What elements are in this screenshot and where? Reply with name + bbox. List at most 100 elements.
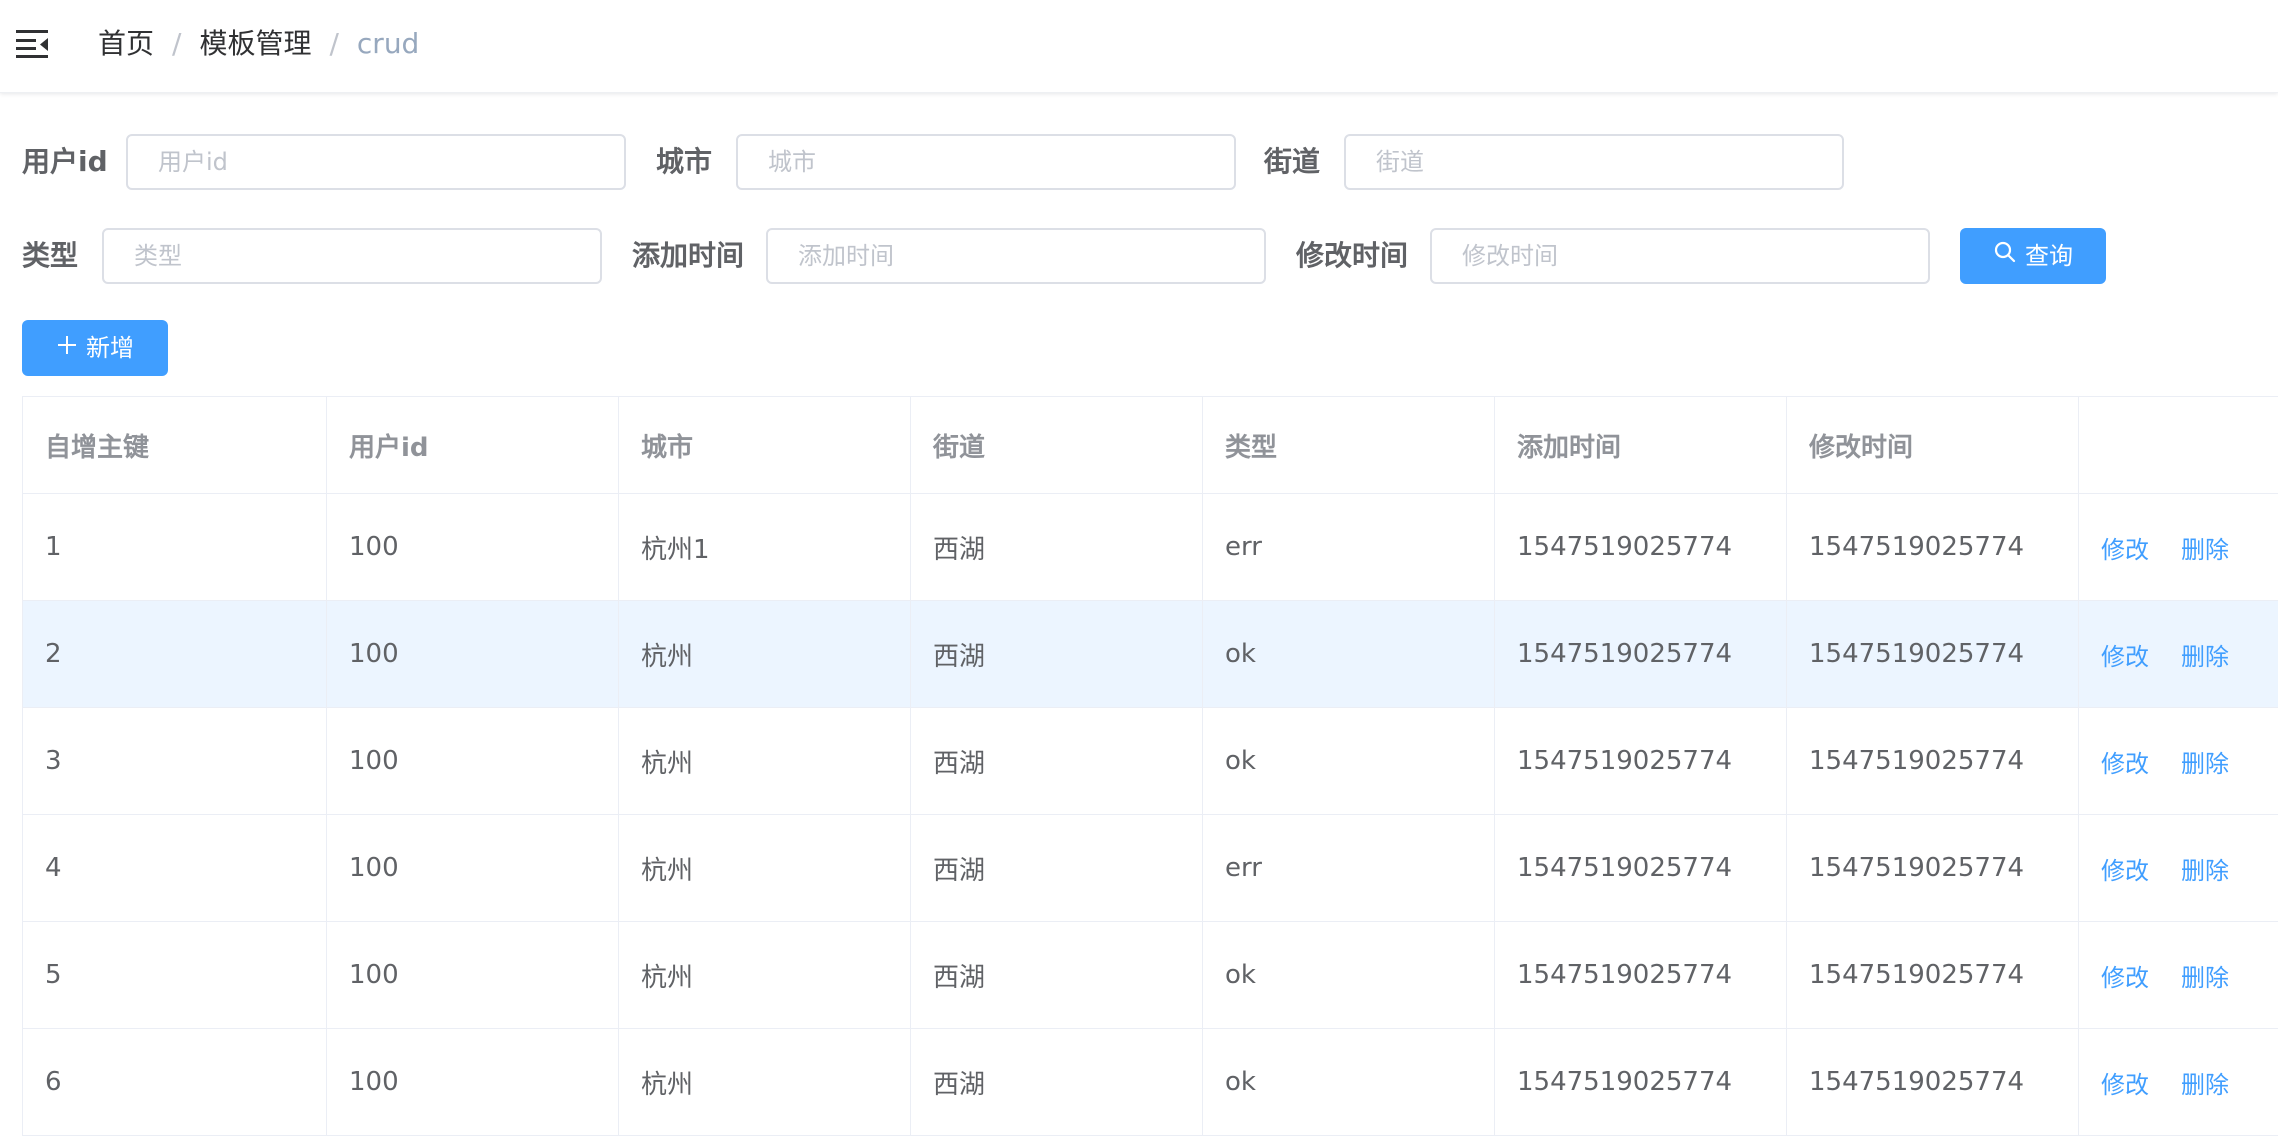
edit-button[interactable]: 修改 — [2101, 958, 2149, 993]
column-header-created-time: 添加时间 — [1495, 397, 1787, 493]
delete-button[interactable]: 删除 — [2181, 958, 2229, 993]
breadcrumb: 首页 / 模板管理 / crud — [98, 24, 419, 64]
cell-updated-time: 1547519025774 — [1787, 601, 2079, 707]
add-button[interactable]: 新增 — [22, 320, 168, 376]
cell-type: err — [1203, 494, 1495, 600]
cell-street: 西湖 — [911, 601, 1203, 707]
user-id-label: 用户id — [22, 145, 108, 178]
cell-id: 4 — [23, 815, 327, 921]
breadcrumb-template-management[interactable]: 模板管理 — [199, 27, 311, 60]
cell-actions: 修改 删除 — [2079, 1029, 2278, 1135]
column-header-updated-time: 修改时间 — [1787, 397, 2079, 493]
cell-actions: 修改 删除 — [2079, 601, 2278, 707]
cell-city: 杭州 — [619, 601, 911, 707]
hamburger-menu-icon[interactable] — [16, 28, 50, 58]
edit-button[interactable]: 修改 — [2101, 1065, 2149, 1100]
cell-type: err — [1203, 815, 1495, 921]
search-icon — [1993, 228, 2017, 284]
breadcrumb-separator: / — [172, 27, 182, 60]
user-id-input[interactable] — [126, 134, 626, 190]
cell-city: 杭州 — [619, 922, 911, 1028]
cell-user-id: 100 — [327, 815, 619, 921]
column-header-user-id: 用户id — [327, 397, 619, 493]
plus-icon — [56, 320, 78, 376]
delete-button[interactable]: 删除 — [2181, 530, 2229, 565]
cell-updated-time: 1547519025774 — [1787, 815, 2079, 921]
cell-street: 西湖 — [911, 815, 1203, 921]
query-button-label: 查询 — [2025, 242, 2073, 270]
street-input[interactable] — [1344, 134, 1844, 190]
cell-updated-time: 1547519025774 — [1787, 494, 2079, 600]
delete-button[interactable]: 删除 — [2181, 637, 2229, 672]
cell-actions: 修改 删除 — [2079, 815, 2278, 921]
cell-street: 西湖 — [911, 708, 1203, 814]
cell-user-id: 100 — [327, 708, 619, 814]
search-form-row-1: 用户id 城市 街道 — [22, 134, 2262, 190]
city-label: 城市 — [656, 145, 713, 178]
edit-button[interactable]: 修改 — [2101, 851, 2149, 886]
column-header-actions — [2079, 397, 2278, 493]
edit-button[interactable]: 修改 — [2101, 637, 2149, 672]
table-header-row: 自增主键 用户id 城市 街道 类型 添加时间 修改时间 — [23, 397, 2278, 494]
breadcrumb-current: crud — [356, 27, 420, 60]
cell-id: 2 — [23, 601, 327, 707]
column-header-street: 街道 — [911, 397, 1203, 493]
cell-city: 杭州 — [619, 708, 911, 814]
cell-type: ok — [1203, 708, 1495, 814]
data-table: 自增主键 用户id 城市 街道 类型 添加时间 修改时间 1 100 杭州1 西… — [22, 396, 2278, 1136]
cell-created-time: 1547519025774 — [1495, 494, 1787, 600]
breadcrumb-home[interactable]: 首页 — [98, 27, 154, 60]
cell-type: ok — [1203, 601, 1495, 707]
cell-created-time: 1547519025774 — [1495, 815, 1787, 921]
cell-user-id: 100 — [327, 1029, 619, 1135]
cell-id: 3 — [23, 708, 327, 814]
table-row: 4 100 杭州 西湖 err 1547519025774 1547519025… — [23, 815, 2278, 922]
cell-city: 杭州 — [619, 815, 911, 921]
cell-city: 杭州 — [619, 1029, 911, 1135]
created-time-label: 添加时间 — [632, 239, 745, 272]
type-label: 类型 — [22, 239, 79, 272]
cell-actions: 修改 删除 — [2079, 494, 2278, 600]
cell-user-id: 100 — [327, 601, 619, 707]
cell-created-time: 1547519025774 — [1495, 922, 1787, 1028]
cell-updated-time: 1547519025774 — [1787, 708, 2079, 814]
breadcrumb-separator: / — [329, 27, 339, 60]
cell-created-time: 1547519025774 — [1495, 708, 1787, 814]
table-row: 3 100 杭州 西湖 ok 1547519025774 15475190257… — [23, 708, 2278, 815]
table-row: 5 100 杭州 西湖 ok 1547519025774 15475190257… — [23, 922, 2278, 1029]
search-form-row-2: 类型 添加时间 修改时间 — [22, 228, 2262, 284]
table-row: 1 100 杭州1 西湖 err 1547519025774 154751902… — [23, 494, 2278, 601]
cell-city: 杭州1 — [619, 494, 911, 600]
cell-type: ok — [1203, 1029, 1495, 1135]
delete-button[interactable]: 删除 — [2181, 1065, 2229, 1100]
cell-user-id: 100 — [327, 494, 619, 600]
cell-id: 1 — [23, 494, 327, 600]
created-time-input[interactable] — [766, 228, 1266, 284]
cell-created-time: 1547519025774 — [1495, 601, 1787, 707]
cell-updated-time: 1547519025774 — [1787, 1029, 2079, 1135]
city-input[interactable] — [736, 134, 1236, 190]
updated-time-input[interactable] — [1430, 228, 1930, 284]
street-label: 街道 — [1264, 145, 1321, 178]
cell-street: 西湖 — [911, 1029, 1203, 1135]
cell-user-id: 100 — [327, 922, 619, 1028]
delete-button[interactable]: 删除 — [2181, 851, 2229, 886]
cell-updated-time: 1547519025774 — [1787, 922, 2079, 1028]
updated-time-label: 修改时间 — [1296, 239, 1409, 272]
type-input[interactable] — [102, 228, 602, 284]
navbar: 首页 / 模板管理 / crud — [0, 0, 2278, 93]
delete-button[interactable]: 删除 — [2181, 744, 2229, 779]
cell-id: 5 — [23, 922, 327, 1028]
column-header-id: 自增主键 — [23, 397, 327, 493]
edit-button[interactable]: 修改 — [2101, 530, 2149, 565]
add-button-label: 新增 — [86, 334, 134, 362]
column-header-city: 城市 — [619, 397, 911, 493]
cell-actions: 修改 删除 — [2079, 708, 2278, 814]
cell-created-time: 1547519025774 — [1495, 1029, 1787, 1135]
cell-id: 6 — [23, 1029, 327, 1135]
query-button[interactable]: 查询 — [1960, 228, 2106, 284]
cell-street: 西湖 — [911, 494, 1203, 600]
cell-type: ok — [1203, 922, 1495, 1028]
edit-button[interactable]: 修改 — [2101, 744, 2149, 779]
table-row: 2 100 杭州 西湖 ok 1547519025774 15475190257… — [23, 601, 2278, 708]
